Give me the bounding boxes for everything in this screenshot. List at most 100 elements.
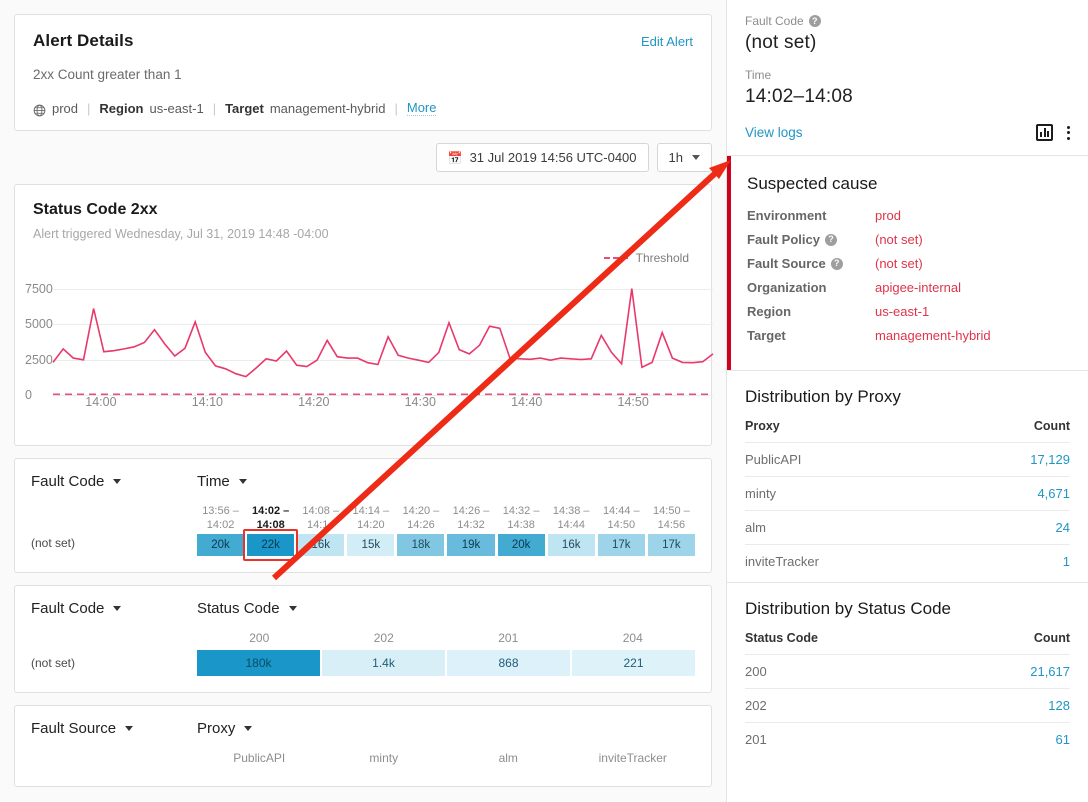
table-cell-count[interactable]: 21,617 (955, 655, 1070, 689)
time-value: 14:02–14:08 (745, 86, 1070, 108)
heatmap-column-header: 14:08 – 14:14 (297, 504, 344, 534)
chevron-down-icon (113, 606, 121, 611)
heatmap-column-cells: 180k1.4k868221 (197, 650, 695, 676)
heatmap-column: 14:32 – 14:3820k (498, 504, 545, 556)
heatmap-column-header: 14:32 – 14:38 (498, 504, 545, 534)
heatmap-column-header: 14:26 – 14:32 (447, 504, 494, 534)
chart-legend: Threshold (604, 251, 689, 265)
distribution-by-proxy-card: Distribution by Proxy Proxy Count Public… (727, 371, 1088, 583)
time-range-select[interactable]: 1h (657, 143, 712, 172)
suspected-cause-value: prod (875, 208, 901, 223)
heatmap-row-label: (not set) (31, 631, 197, 676)
heatmap-cell[interactable]: 20k (498, 534, 545, 556)
fault-code-label-row: Fault Code ? (745, 14, 1070, 28)
datetime-value: 31 Jul 2019 14:56 UTC-0400 (470, 150, 637, 165)
threshold-line-swatch (604, 257, 628, 259)
heatmap-cell[interactable]: 16k (548, 534, 595, 556)
x-axis-tick: 14:10 (192, 395, 223, 409)
heatmap-column-header: 202 (322, 631, 447, 645)
heatmap-column-header: 14:44 – 14:50 (598, 504, 645, 534)
suspected-cause-key: Target (747, 328, 875, 343)
distribution-statuscode-table: Status Code Count 20021,61720212820161 (745, 631, 1070, 756)
table-header-row: Status Code Count (745, 631, 1070, 655)
suspected-cause-key-label: Region (747, 304, 791, 319)
heatmap-column: 14:26 – 14:3219k (447, 504, 494, 556)
col-dimension-selector-proxy[interactable]: Proxy (197, 720, 252, 737)
table-cell-count[interactable]: 24 (956, 511, 1070, 545)
help-icon[interactable]: ? (825, 234, 837, 246)
suspected-cause-key: Environment (747, 208, 875, 223)
heatmap-cell[interactable]: 20k (197, 534, 244, 556)
heatmap-cell[interactable]: 17k (598, 534, 645, 556)
fault-code-label: Fault Code (745, 14, 804, 28)
table-row: 202128 (745, 689, 1070, 723)
edit-alert-link[interactable]: Edit Alert (641, 34, 693, 49)
col-header-statuscode: Status Code (745, 631, 955, 655)
heatmap-column-header: alm (446, 751, 571, 765)
heatmap-column: 14:14 – 14:2015k (347, 504, 394, 556)
chevron-down-icon (125, 726, 133, 731)
more-link[interactable]: More (407, 100, 437, 116)
detail-side-panel: Fault Code ? (not set) Time 14:02–14:08 … (726, 0, 1088, 802)
heatmap-cell[interactable]: 17k (648, 534, 695, 556)
table-cell-count[interactable]: 128 (955, 689, 1070, 723)
table-row: 20161 (745, 723, 1070, 757)
suspected-cause-key-label: Target (747, 328, 786, 343)
heatmap-cell[interactable]: 15k (347, 534, 394, 556)
chevron-down-icon (113, 479, 121, 484)
suspected-cause-key: Fault Source? (747, 256, 875, 271)
heatmap-cell-selected[interactable]: 22k (247, 534, 294, 556)
heatmap-cell[interactable]: 1.4k (322, 650, 445, 676)
heatmap-cell[interactable]: 19k (447, 534, 494, 556)
chart-subtitle: Alert triggered Wednesday, Jul 31, 2019 … (33, 227, 693, 241)
heatmap-column-header: minty (322, 751, 447, 765)
help-icon[interactable]: ? (809, 15, 821, 27)
table-cell-count[interactable]: 1 (956, 545, 1070, 579)
table-cell-count[interactable]: 17,129 (956, 443, 1070, 477)
view-logs-link[interactable]: View logs (745, 125, 803, 140)
time-label: Time (745, 68, 1070, 82)
heatmap-cell[interactable]: 221 (572, 650, 695, 676)
bar-chart-icon[interactable] (1036, 124, 1053, 141)
col-header-proxy: Proxy (745, 419, 956, 443)
meta-divider: | (394, 101, 397, 116)
heatmap-cell[interactable]: 18k (397, 534, 444, 556)
heatmap-grid: (not set) 13:56 – 14:0220k14:02 – 14:082… (31, 504, 695, 556)
col-dimension-selector-time[interactable]: Time (197, 473, 247, 490)
col-dimension-label: Time (197, 473, 230, 490)
suspected-cause-key: Fault Policy? (747, 232, 875, 247)
table-cell-name: 200 (745, 655, 955, 689)
row-dimension-selector-faultcode[interactable]: Fault Code (31, 473, 197, 490)
heatmap-cell[interactable]: 16k (297, 534, 344, 556)
heatmap-cell[interactable]: 868 (447, 650, 570, 676)
datetime-picker-button[interactable]: 📅 31 Jul 2019 14:56 UTC-0400 (436, 143, 649, 172)
table-cell-count[interactable]: 4,671 (956, 477, 1070, 511)
heatmap-column: 14:20 – 14:2618k (397, 504, 444, 556)
heatmap-header: Fault Code Time (31, 473, 695, 490)
table-header-row: Proxy Count (745, 419, 1070, 443)
suspected-cause-key-label: Environment (747, 208, 826, 223)
col-dimension-label: Proxy (197, 720, 235, 737)
table-cell-name: inviteTracker (745, 545, 956, 579)
row-dimension-label: Fault Code (31, 473, 104, 490)
page-title: Alert Details (33, 31, 134, 51)
distribution-by-statuscode-card: Distribution by Status Code Status Code … (727, 583, 1088, 760)
alert-details-card: Alert Details Edit Alert 2xx Count great… (14, 14, 712, 131)
table-cell-count[interactable]: 61 (955, 723, 1070, 757)
heatmap-row-label: (not set) (31, 504, 197, 556)
row-dimension-selector-faultsource[interactable]: Fault Source (31, 720, 197, 737)
heatmap-cell[interactable]: 180k (197, 650, 320, 676)
heatmap-column-header: 14:50 – 14:56 (648, 504, 695, 534)
chart-title: Status Code 2xx (33, 201, 693, 219)
detail-actions: View logs (745, 124, 1070, 141)
heatmap-column-header: 13:56 – 14:02 (197, 504, 244, 534)
help-icon[interactable]: ? (831, 258, 843, 270)
kebab-menu-icon[interactable] (1067, 126, 1070, 140)
row-dimension-selector-faultcode-2[interactable]: Fault Code (31, 600, 197, 617)
table-row: inviteTracker1 (745, 545, 1070, 579)
col-dimension-selector-statuscode[interactable]: Status Code (197, 600, 297, 617)
faultcode-statuscode-heatmap-card: Fault Code Status Code (not set) 2002022… (14, 585, 712, 693)
calendar-icon: 📅 (448, 151, 463, 165)
time-toolbar: 📅 31 Jul 2019 14:56 UTC-0400 1h (14, 143, 712, 172)
heatmap-column: 14:44 – 14:5017k (598, 504, 645, 556)
